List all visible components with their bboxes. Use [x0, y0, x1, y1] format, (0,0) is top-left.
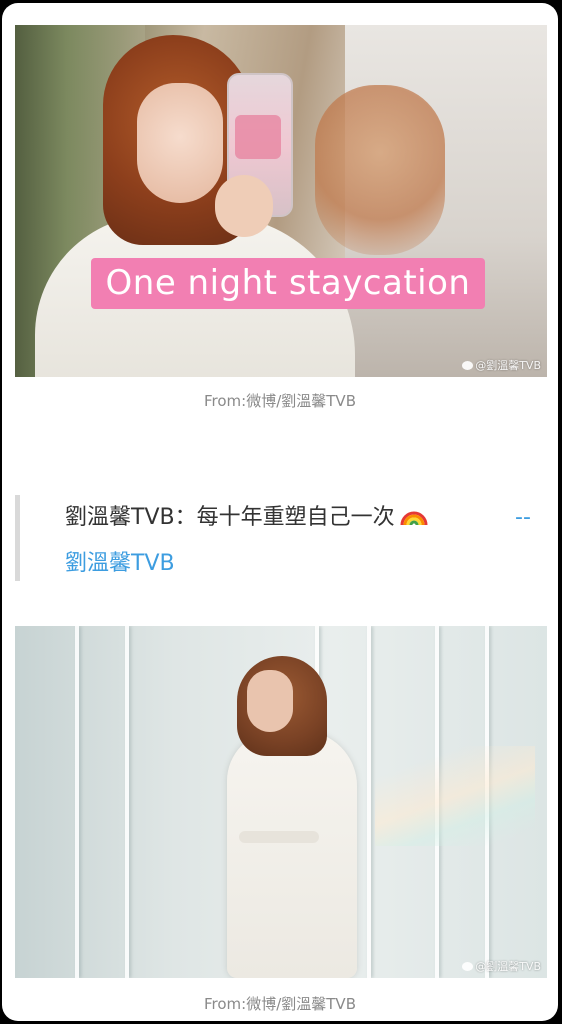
quote-dash: --: [515, 505, 531, 530]
weibo-watermark: @劉溫馨TVB: [462, 357, 541, 373]
watermark-text: @劉溫馨TVB: [475, 359, 541, 372]
image-caption: From:微博/劉溫馨TVB: [204, 995, 356, 1013]
wall-panel-line: [75, 626, 79, 978]
quote-text: 劉溫馨TVB：每十年重塑自己一次: [65, 505, 395, 530]
wall-panel-line: [367, 626, 371, 978]
weibo-icon: [462, 962, 474, 971]
quote-author-link[interactable]: 劉溫馨TVB: [65, 545, 175, 577]
wall-panel-line: [125, 626, 129, 978]
blockquote: 劉溫馨TVB：每十年重塑自己一次 -- 劉溫馨TVB: [15, 495, 540, 581]
article-card: One night staycation @劉溫馨TVB From:微博/劉溫馨…: [2, 3, 558, 1021]
photo-face: [137, 83, 223, 203]
image-caption: From:微博/劉溫馨TVB: [204, 392, 356, 410]
staycation-banner: One night staycation: [91, 258, 485, 309]
weibo-icon: [462, 361, 474, 370]
photo-face: [247, 670, 293, 732]
rainbow-icon: [399, 508, 429, 526]
quote-line: 劉溫馨TVB：每十年重塑自己一次: [65, 499, 429, 531]
staycation-photo[interactable]: One night staycation @劉溫馨TVB: [15, 25, 547, 377]
photo-hand: [215, 175, 273, 237]
photo-suit: [227, 731, 357, 978]
white-suit-photo[interactable]: @劉溫馨TVB: [15, 626, 547, 978]
photo-phone-case: [235, 115, 281, 159]
photo-reflection: [315, 85, 445, 255]
watermark-text: @劉溫馨TVB: [475, 960, 541, 973]
weibo-watermark: @劉溫馨TVB: [462, 958, 541, 974]
photo-belt: [239, 831, 319, 843]
light-flare: [375, 746, 535, 846]
